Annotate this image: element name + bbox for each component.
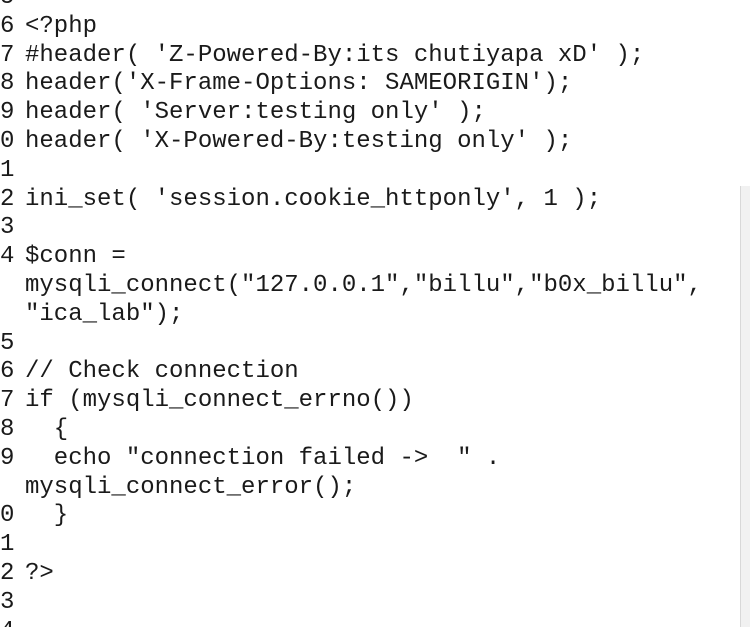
code-line[interactable]: 4 $conn = (0, 243, 740, 272)
line-number: 1 (0, 531, 15, 559)
code-line[interactable]: 3 (0, 589, 740, 618)
line-number: 5 (0, 329, 15, 357)
line-number: 4 (0, 243, 15, 271)
line-text[interactable]: ?> (25, 560, 54, 589)
line-number: 1 (0, 156, 15, 184)
line-number: 6 (0, 358, 15, 386)
code-line[interactable]: 0 header( 'X-Powered-By:testing only' ); (0, 128, 740, 157)
line-number: 2 (0, 185, 15, 213)
line-text[interactable]: header( 'X-Powered-By:testing only' ); (25, 128, 572, 157)
code-line[interactable]: 5 (0, 330, 740, 359)
line-number: 3 (0, 588, 15, 616)
code-line[interactable]: 0 } (0, 502, 740, 531)
line-text[interactable]: mysqli_connect_error(); (25, 474, 356, 503)
line-text[interactable]: #header( 'Z-Powered-By:its chutiyapa xD'… (25, 42, 644, 71)
line-text[interactable]: mysqli_connect("127.0.0.1","billu","b0x_… (25, 272, 702, 301)
line-number: 9 (0, 444, 15, 472)
code-line[interactable]: 8 { (0, 416, 740, 445)
code-line[interactable]: "ica_lab"); (0, 301, 740, 330)
code-line[interactable]: 3 (0, 214, 740, 243)
line-text[interactable]: header('X-Frame-Options: SAMEORIGIN'); (25, 70, 572, 99)
line-text[interactable]: { (25, 416, 68, 445)
code-line[interactable]: 1 (0, 531, 740, 560)
code-line[interactable]: 1 (0, 157, 740, 186)
code-line[interactable]: 2 ?> (0, 560, 740, 589)
line-number: 9 (0, 99, 15, 127)
code-line[interactable]: 5 (0, 0, 740, 13)
line-text[interactable]: header( 'Server:testing only' ); (25, 99, 486, 128)
line-number: 8 (0, 70, 15, 98)
line-text[interactable]: echo "connection failed -> " . (25, 445, 500, 474)
code-line[interactable]: 7 if (mysqli_connect_errno()) (0, 387, 740, 416)
line-number: 8 (0, 415, 15, 443)
line-number: 2 (0, 559, 15, 587)
line-number: 0 (0, 127, 15, 155)
code-line[interactable]: 9 header( 'Server:testing only' ); (0, 99, 740, 128)
line-text[interactable]: // Check connection (25, 358, 299, 387)
code-line[interactable]: 7 #header( 'Z-Powered-By:its chutiyapa xD… (0, 42, 740, 71)
line-text[interactable]: "ica_lab"); (25, 301, 183, 330)
code-line[interactable]: 6 // Check connection (0, 358, 740, 387)
vertical-scrollbar[interactable] (740, 186, 750, 627)
code-line[interactable]: 4 (0, 618, 740, 627)
code-line[interactable]: 9 echo "connection failed -> " . (0, 445, 740, 474)
line-text[interactable]: $conn = (25, 243, 126, 272)
line-number: 3 (0, 214, 15, 242)
line-number: 7 (0, 41, 15, 69)
code-line[interactable]: 8 header('X-Frame-Options: SAMEORIGIN'); (0, 70, 740, 99)
line-number: 6 (0, 12, 15, 40)
code-line[interactable]: mysqli_connect_error(); (0, 474, 740, 503)
line-number: 7 (0, 387, 15, 415)
code-line[interactable]: 6 <?php (0, 13, 740, 42)
line-text[interactable]: if (mysqli_connect_errno()) (25, 387, 414, 416)
line-text[interactable]: } (25, 502, 68, 531)
line-number: 5 (0, 0, 18, 13)
line-number: 4 (0, 618, 18, 627)
line-number: 0 (0, 502, 15, 530)
line-text[interactable]: <?php (25, 13, 97, 42)
code-area[interactable]: 56<?php7#header( 'Z-Powered-By:its chuti… (0, 0, 740, 627)
line-text[interactable]: ini_set( 'session.cookie_httponly', 1 ); (25, 186, 601, 215)
code-editor[interactable]: 56<?php7#header( 'Z-Powered-By:its chuti… (0, 0, 750, 627)
code-line[interactable]: 2 ini_set( 'session.cookie_httponly', 1 )… (0, 186, 740, 215)
code-line[interactable]: mysqli_connect("127.0.0.1","billu","b0x_… (0, 272, 740, 301)
